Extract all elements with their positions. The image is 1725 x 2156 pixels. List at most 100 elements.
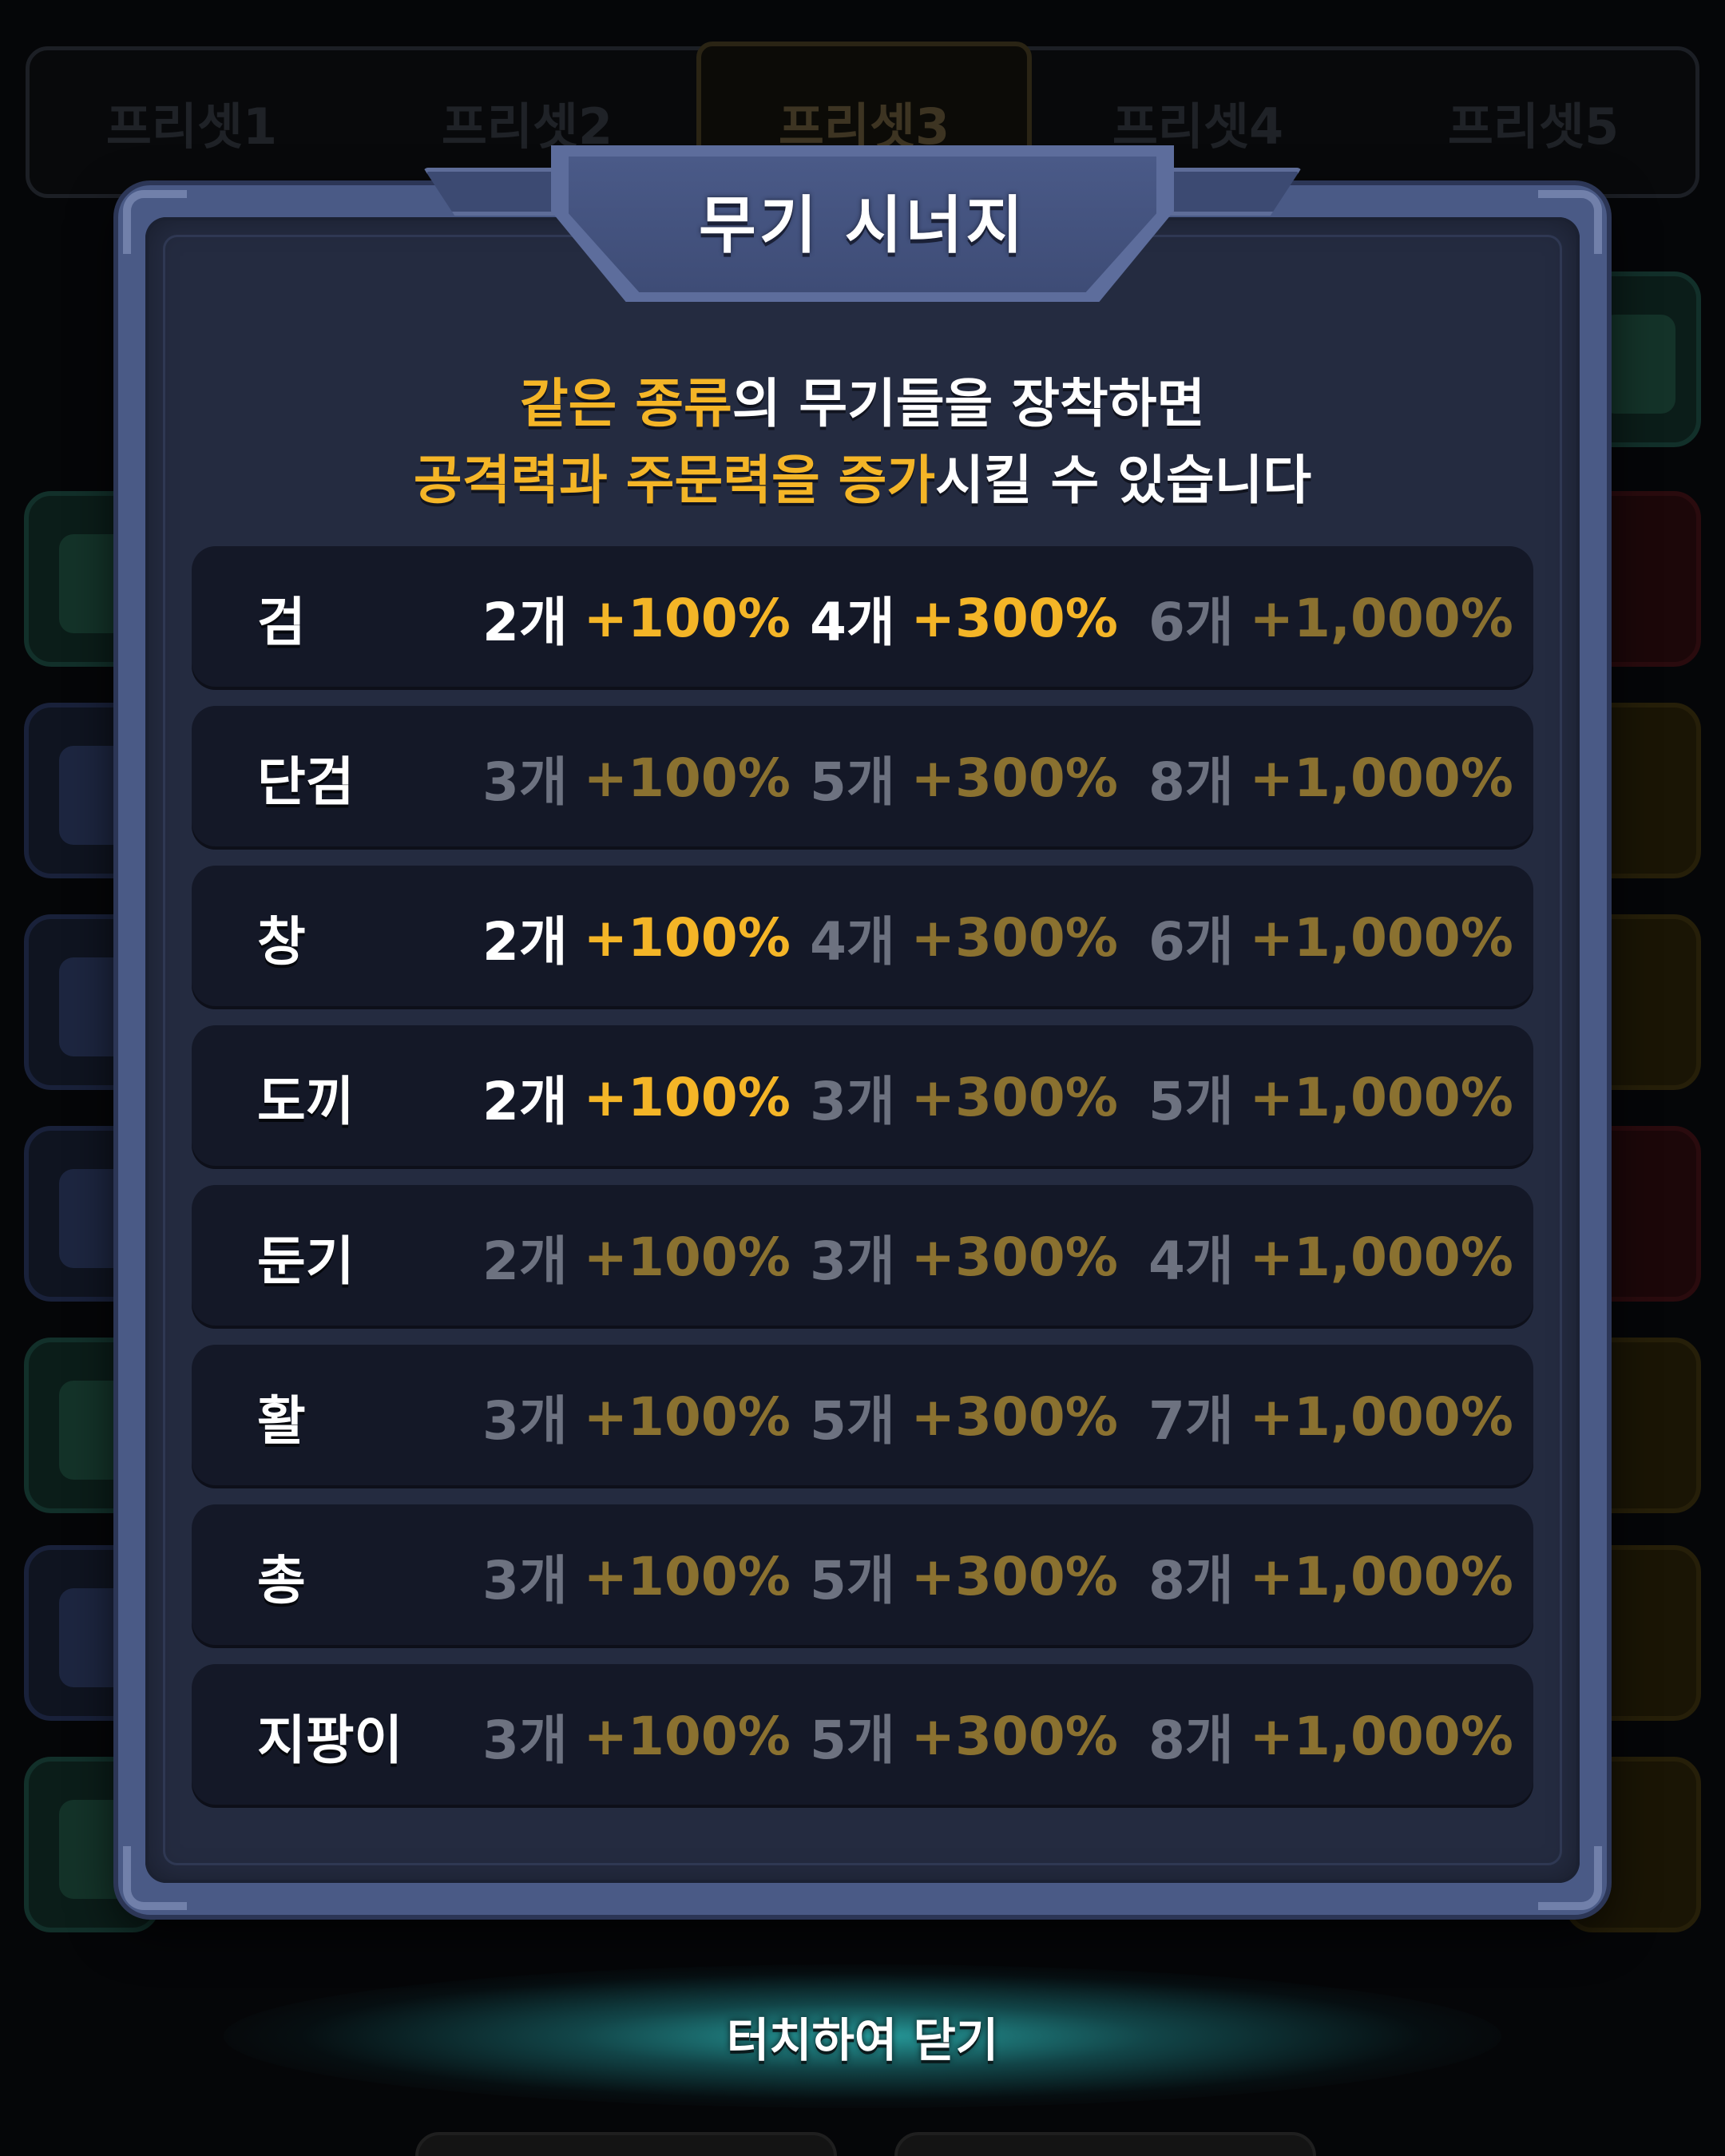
synergy-tier: 3개 +300% <box>810 1025 1118 1169</box>
tier-count: 2개 <box>482 592 568 653</box>
synergy-tier: 2개 +100% <box>482 1025 791 1169</box>
corner-ornament <box>1538 1846 1602 1910</box>
weapon-type-label: 총 <box>257 1550 306 1611</box>
tier-count: 8개 <box>1148 1710 1234 1771</box>
synergy-tier: 5개 +300% <box>810 1345 1118 1488</box>
tier-count: 3개 <box>482 1550 568 1611</box>
synergy-row: 도끼 2개 +100% 3개 +300% 5개 +1,000% <box>192 1025 1533 1169</box>
close-button[interactable]: 터치하여 닫기 <box>224 1964 1501 2108</box>
tier-bonus: +300% <box>910 906 1118 969</box>
description-text: 의 무기들을 장착하면 <box>732 373 1206 434</box>
tier-count: 3개 <box>482 1390 568 1452</box>
tier-bonus: +1,000% <box>1249 1226 1513 1288</box>
synergy-tier: 3개 +100% <box>482 1664 791 1808</box>
tier-bonus: +100% <box>583 587 791 649</box>
tier-count: 5개 <box>810 751 895 813</box>
game-screen: 프리셋1 프리셋2 프리셋3 프리셋4 프리셋5 무기 시너지 같은 종류의 무… <box>0 0 1725 2156</box>
tier-bonus: +100% <box>583 1066 791 1128</box>
tier-count: 3개 <box>482 1710 568 1771</box>
corner-ornament <box>123 190 187 254</box>
tier-count: 3개 <box>482 751 568 813</box>
tier-count: 5개 <box>1148 1071 1234 1132</box>
tier-bonus: +1,000% <box>1249 1545 1513 1607</box>
synergy-row: 활 3개 +100% 5개 +300% 7개 +1,000% <box>192 1345 1533 1488</box>
synergy-tier: 5개 +300% <box>810 1664 1118 1808</box>
tier-bonus: +100% <box>583 1385 791 1448</box>
modal-title: 무기 시너지 <box>699 190 1026 262</box>
synergy-tier: 7개 +1,000% <box>1148 1345 1513 1488</box>
tier-bonus: +100% <box>583 1226 791 1288</box>
tier-bonus: +300% <box>910 1705 1118 1767</box>
corner-ornament <box>123 1846 187 1910</box>
tier-bonus: +1,000% <box>1249 1066 1513 1128</box>
synergy-tier: 3개 +100% <box>482 1504 791 1648</box>
tier-count: 8개 <box>1148 751 1234 813</box>
tier-bonus: +300% <box>910 1545 1118 1607</box>
weapon-type-label: 검 <box>257 592 306 653</box>
synergy-tier: 2개 +100% <box>482 546 791 690</box>
synergy-row: 검 2개 +100% 4개 +300% 6개 +1,000% <box>192 546 1533 690</box>
tier-bonus: +100% <box>583 747 791 809</box>
tier-bonus: +300% <box>910 747 1118 809</box>
tier-count: 4개 <box>810 592 895 653</box>
description-line-2: 공격력과 주문력을 증가시킬 수 있습니다 <box>192 438 1533 514</box>
synergy-row: 창 2개 +100% 4개 +300% 6개 +1,000% <box>192 866 1533 1009</box>
tier-bonus: +1,000% <box>1249 906 1513 969</box>
corner-ornament <box>1538 190 1602 254</box>
tier-count: 6개 <box>1148 911 1234 973</box>
bottom-button[interactable] <box>415 2132 837 2156</box>
weapon-type-label: 단검 <box>257 751 355 813</box>
synergy-tier: 3개 +100% <box>482 1345 791 1488</box>
synergy-tier: 4개 +300% <box>810 546 1118 690</box>
tier-count: 3개 <box>810 1231 895 1292</box>
synergy-tier: 8개 +1,000% <box>1148 1664 1513 1808</box>
tier-bonus: +100% <box>583 1545 791 1607</box>
synergy-tier: 3개 +300% <box>810 1185 1118 1329</box>
tier-count: 8개 <box>1148 1550 1234 1611</box>
tier-count: 5개 <box>810 1390 895 1452</box>
description-line-1: 같은 종류의 무기들을 장착하면 <box>192 361 1533 438</box>
tier-count: 7개 <box>1148 1390 1234 1452</box>
synergy-tier: 6개 +1,000% <box>1148 546 1513 690</box>
weapon-type-label: 도끼 <box>257 1071 355 1132</box>
bottom-button[interactable] <box>894 2132 1316 2156</box>
description-highlight: 공격력과 주문력을 증가 <box>413 450 936 511</box>
weapon-type-label: 둔기 <box>257 1231 355 1292</box>
synergy-tier: 8개 +1,000% <box>1148 1504 1513 1648</box>
tier-bonus: +100% <box>583 1705 791 1767</box>
weapon-type-label: 지팡이 <box>257 1710 403 1771</box>
weapon-type-label: 창 <box>257 911 306 973</box>
description-text: 시킬 수 있습니다 <box>935 450 1312 511</box>
synergy-tier: 8개 +1,000% <box>1148 706 1513 850</box>
synergy-row: 둔기 2개 +100% 3개 +300% 4개 +1,000% <box>192 1185 1533 1329</box>
tier-count: 2개 <box>482 911 568 973</box>
synergy-tier: 2개 +100% <box>482 866 791 1009</box>
tier-count: 6개 <box>1148 592 1234 653</box>
synergy-tier: 3개 +100% <box>482 706 791 850</box>
tier-bonus: +300% <box>910 1226 1118 1288</box>
tier-count: 4개 <box>810 911 895 973</box>
synergy-row: 총 3개 +100% 5개 +300% 8개 +1,000% <box>192 1504 1533 1648</box>
tier-bonus: +1,000% <box>1249 747 1513 809</box>
tier-count: 4개 <box>1148 1231 1234 1292</box>
description-highlight: 같은 종류 <box>519 373 732 434</box>
synergy-tier: 5개 +1,000% <box>1148 1025 1513 1169</box>
tier-bonus: +300% <box>910 587 1118 649</box>
synergy-tier: 2개 +100% <box>482 1185 791 1329</box>
tier-count: 2개 <box>482 1071 568 1132</box>
synergy-tier: 4개 +1,000% <box>1148 1185 1513 1329</box>
weapon-type-label: 활 <box>257 1390 306 1452</box>
synergy-row: 단검 3개 +100% 5개 +300% 8개 +1,000% <box>192 706 1533 850</box>
tier-count: 3개 <box>810 1071 895 1132</box>
tab-preset-1[interactable]: 프리셋1 <box>24 46 359 198</box>
tier-bonus: +100% <box>583 906 791 969</box>
tier-bonus: +300% <box>910 1066 1118 1128</box>
tier-bonus: +1,000% <box>1249 1385 1513 1448</box>
tier-count: 2개 <box>482 1231 568 1292</box>
tier-bonus: +1,000% <box>1249 587 1513 649</box>
tier-bonus: +300% <box>910 1385 1118 1448</box>
synergy-row: 지팡이 3개 +100% 5개 +300% 8개 +1,000% <box>192 1664 1533 1808</box>
synergy-tier: 5개 +300% <box>810 706 1118 850</box>
tab-preset-5[interactable]: 프리셋5 <box>1366 46 1701 198</box>
synergy-tier: 6개 +1,000% <box>1148 866 1513 1009</box>
